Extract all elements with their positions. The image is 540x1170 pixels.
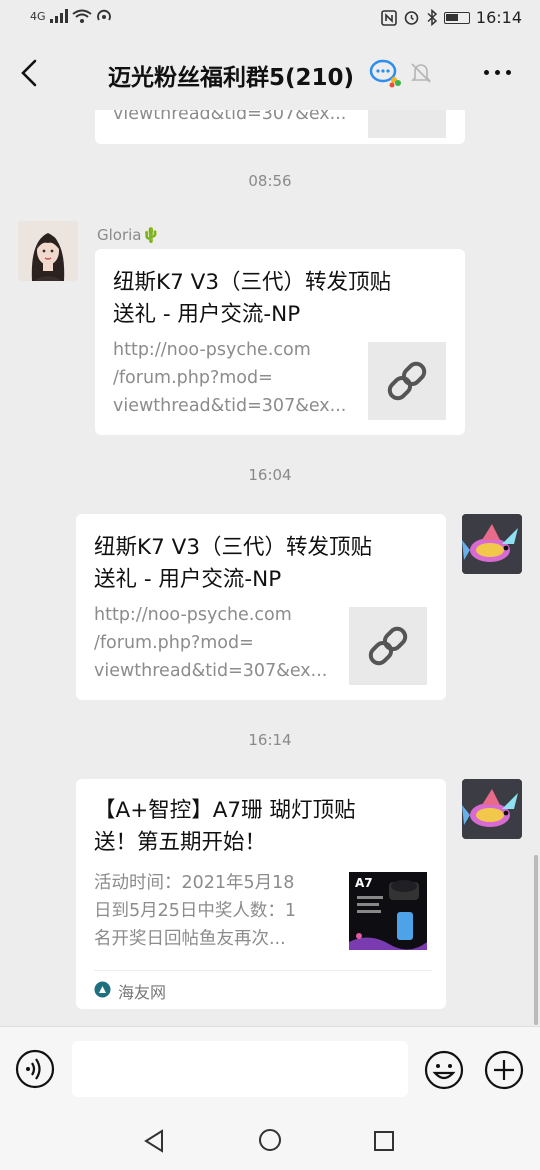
- link-card-message[interactable]: 纽斯K7 V3（三代）转发顶贴 送礼 - 用户交流-NP http://noo-…: [95, 249, 465, 435]
- card-desc: 活动时间：2021年5月18 日到5月25日中奖人数：1 名开奖日回帖鱼友再次.…: [94, 873, 297, 949]
- status-time: 16:14: [475, 8, 522, 27]
- input-bar: [0, 1026, 540, 1113]
- avatar-self[interactable]: [462, 514, 522, 574]
- system-nav-bar: [0, 1112, 540, 1170]
- avatar-self[interactable]: [462, 779, 522, 839]
- chat-scrollbar[interactable]: [534, 855, 538, 1025]
- fish-avatar-image: [462, 514, 522, 574]
- message-card-previous[interactable]: viewthread&tid=307&ex...: [95, 110, 465, 144]
- hotspot-icon: [96, 9, 111, 21]
- link-icon: [387, 361, 427, 401]
- wifi-icon: [71, 9, 92, 23]
- chat-title: 迈光粉丝福利群5(210): [108, 65, 355, 91]
- chat-header: 迈光粉丝福利群5(210): [0, 36, 540, 110]
- link-thumbnail: [368, 342, 446, 420]
- card-desc: http://noo-psyche.com /forum.php?mod= vi…: [94, 605, 328, 681]
- card-title: 纽斯K7 V3（三代）转发顶贴 送礼 - 用户交流-NP: [113, 270, 391, 327]
- avatar-gloria[interactable]: [18, 221, 78, 281]
- sender-name: Gloria🌵: [97, 226, 161, 244]
- product-image: [349, 880, 427, 950]
- signal-icon: [49, 9, 68, 23]
- nfc-icon: [381, 9, 397, 26]
- link-icon: [368, 626, 408, 666]
- plus-icon[interactable]: [483, 1049, 525, 1091]
- more-icon[interactable]: [484, 70, 511, 75]
- card-desc: http://noo-psyche.com /forum.php?mod= vi…: [113, 340, 347, 416]
- back-icon[interactable]: [18, 58, 42, 88]
- source-name: 海友网: [118, 983, 167, 1002]
- status-bar: 4G 16:14: [0, 0, 540, 36]
- timestamp: 16:14: [248, 731, 292, 749]
- article-card-message[interactable]: 【A+智控】A7珊 瑚灯顶贴 送！第五期开始！ 活动时间：2021年5月18 日…: [76, 779, 446, 1009]
- network-label: 4G: [30, 9, 46, 23]
- signal-area: 4G: [30, 8, 112, 24]
- battery-icon: [443, 11, 470, 24]
- card-desc: viewthread&tid=307&ex...: [113, 110, 347, 124]
- link-thumbnail: [349, 607, 427, 685]
- voice-icon[interactable]: [15, 1049, 55, 1089]
- fish-avatar-image: [462, 779, 522, 839]
- portrait-image: [18, 221, 78, 281]
- alarm-icon: [404, 11, 419, 25]
- status-right: 16:14: [381, 8, 522, 27]
- timestamp: 08:56: [248, 172, 292, 190]
- card-title: 纽斯K7 V3（三代）转发顶贴 送礼 - 用户交流-NP: [94, 535, 372, 592]
- nav-back-icon[interactable]: [142, 1128, 166, 1154]
- mute-icon: [411, 63, 431, 83]
- link-thumbnail: [368, 110, 446, 138]
- card-title: 【A+智控】A7珊 瑚灯顶贴 送！第五期开始！: [94, 798, 356, 855]
- chat-badge-icon: [369, 59, 401, 88]
- message-input[interactable]: [72, 1041, 408, 1097]
- article-thumbnail: A7: [349, 872, 427, 950]
- card-divider: [94, 970, 432, 971]
- bluetooth-icon: [427, 9, 438, 26]
- source-logo-icon: [94, 981, 111, 998]
- chat-area: viewthread&tid=307&ex... 08:56 Gloria🌵 纽…: [0, 110, 540, 1026]
- nav-home-icon[interactable]: [258, 1128, 282, 1152]
- nav-recent-icon[interactable]: [373, 1130, 395, 1152]
- link-card-message[interactable]: 纽斯K7 V3（三代）转发顶贴 送礼 - 用户交流-NP http://noo-…: [76, 514, 446, 700]
- emoji-icon[interactable]: [423, 1049, 465, 1091]
- timestamp: 16:04: [248, 466, 292, 484]
